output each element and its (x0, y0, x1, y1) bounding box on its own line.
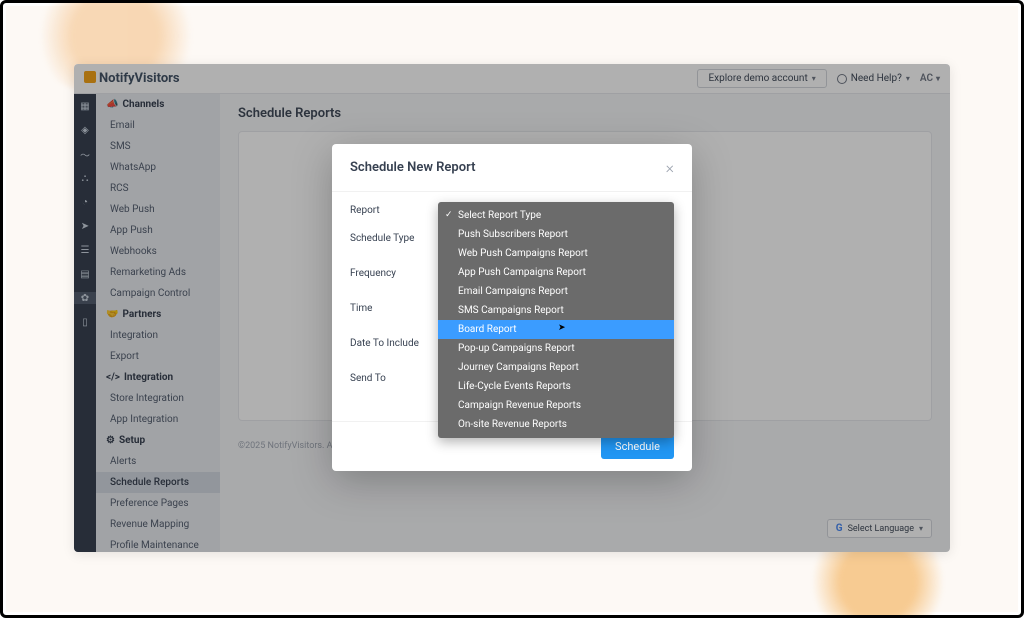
label-report: Report (350, 202, 438, 216)
dropdown-option[interactable]: Email Campaigns Report (438, 282, 674, 301)
dropdown-option[interactable]: Pop-up Campaigns Report (438, 339, 674, 358)
label-date-include: Date To Include (350, 335, 438, 349)
dropdown-option[interactable]: Web Push Campaigns Report (438, 244, 674, 263)
label-frequency: Frequency (350, 265, 438, 279)
dropdown-option[interactable]: Push Subscribers Report (438, 225, 674, 244)
dropdown-option[interactable]: App Push Campaigns Report (438, 263, 674, 282)
cursor-icon: ➤ (558, 323, 566, 333)
label-time: Time (350, 300, 438, 314)
app-window: NotifyVisitors Explore demo account ▾ Ne… (74, 64, 950, 552)
close-icon[interactable]: × (666, 158, 674, 177)
dropdown-option[interactable]: Campaign Revenue Reports (438, 396, 674, 415)
dropdown-option[interactable]: Life-Cycle Events Reports (438, 377, 674, 396)
label-send-to: Send To (350, 370, 438, 384)
modal-title: Schedule New Report (350, 160, 475, 175)
dropdown-option[interactable]: SMS Campaigns Report (438, 301, 674, 320)
dropdown-option[interactable]: On-site Revenue Reports (438, 415, 674, 434)
dropdown-option[interactable]: Select Report Type (438, 206, 674, 225)
schedule-report-modal: Schedule New Report × Report Select Repo… (332, 144, 692, 471)
dropdown-option[interactable]: Board Report➤ (438, 320, 674, 339)
dropdown-option[interactable]: Journey Campaigns Report (438, 358, 674, 377)
report-type-dropdown[interactable]: Select Report TypePush Subscribers Repor… (438, 202, 674, 438)
modal-overlay[interactable]: Schedule New Report × Report Select Repo… (74, 64, 950, 552)
label-schedule-type: Schedule Type (350, 230, 438, 244)
